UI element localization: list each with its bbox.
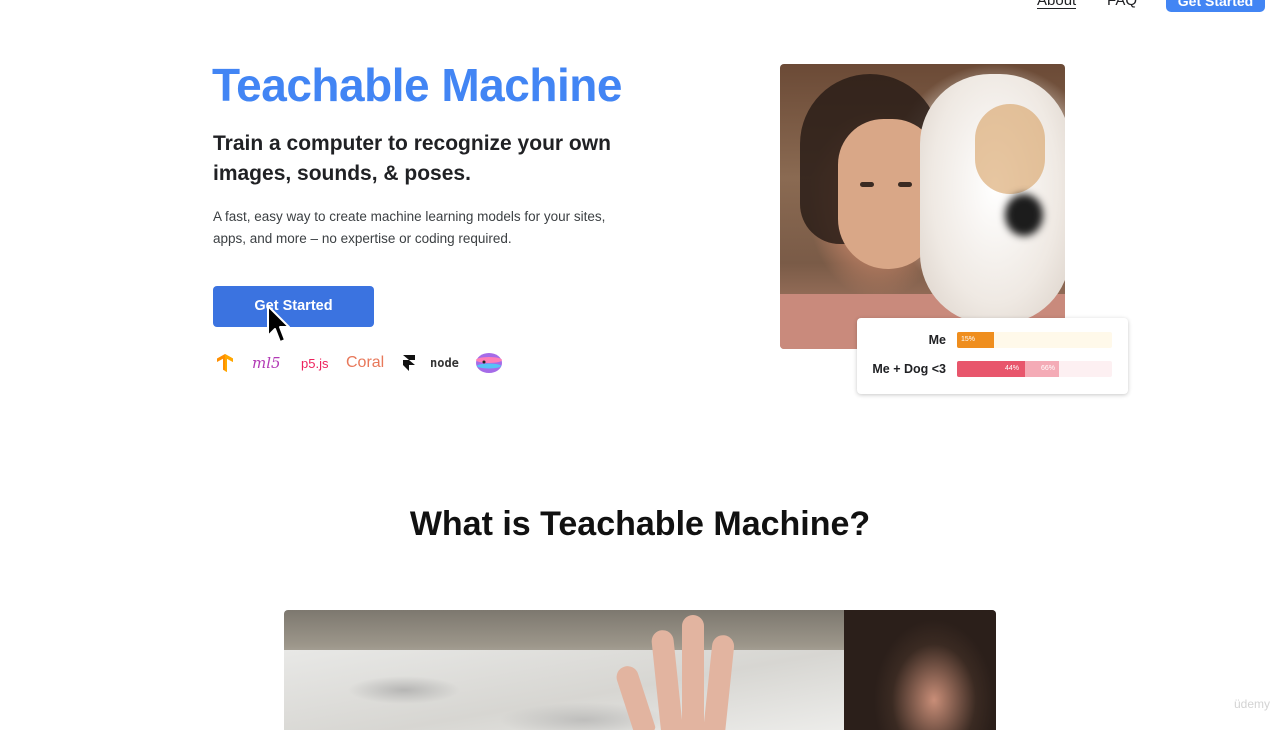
result-percent-ghost: 66% bbox=[1041, 365, 1056, 372]
ml5-logo[interactable]: ml5 bbox=[252, 350, 281, 376]
hamburger-menu-icon[interactable] bbox=[17, 0, 33, 4]
nav-get-started-button[interactable]: Get Started bbox=[1166, 0, 1265, 12]
tensorflow-logo-icon[interactable] bbox=[217, 350, 233, 376]
get-started-button[interactable]: Get Started bbox=[213, 286, 374, 327]
framer-logo-icon[interactable] bbox=[403, 350, 415, 376]
hero-subtitle: Train a computer to recognize your own i… bbox=[213, 132, 611, 185]
result-label-me-dog: Me + Dog <3 bbox=[872, 362, 946, 376]
hero-description: A fast, easy way to create machine learn… bbox=[213, 209, 606, 246]
result-percent-me-dog: 44% bbox=[1005, 365, 1020, 372]
nav-faq-link[interactable]: FAQ bbox=[1107, 0, 1137, 8]
page-title: Teachable Machine bbox=[212, 59, 622, 111]
section-title: What is Teachable Machine? bbox=[409, 505, 871, 543]
result-bar-me-dog: 44% 66% bbox=[957, 361, 1112, 377]
nodejs-logo[interactable]: node bbox=[430, 350, 459, 376]
coral-logo[interactable]: Coral bbox=[346, 350, 384, 376]
demo-webcam-image bbox=[780, 64, 1065, 349]
nav-about-link[interactable]: About bbox=[1037, 0, 1077, 9]
result-percent-me: 15% bbox=[961, 336, 976, 343]
result-bar-me: 15% bbox=[957, 332, 1112, 348]
p5js-logo[interactable]: p5.js bbox=[301, 350, 328, 376]
glitch-logo-icon[interactable] bbox=[475, 350, 503, 376]
udemy-watermark: üdemy bbox=[1233, 697, 1270, 711]
prediction-results-card: Me 15% Me + Dog <3 44% 66% bbox=[857, 318, 1128, 394]
intro-video[interactable] bbox=[284, 610, 996, 730]
result-label-me: Me bbox=[928, 333, 946, 347]
